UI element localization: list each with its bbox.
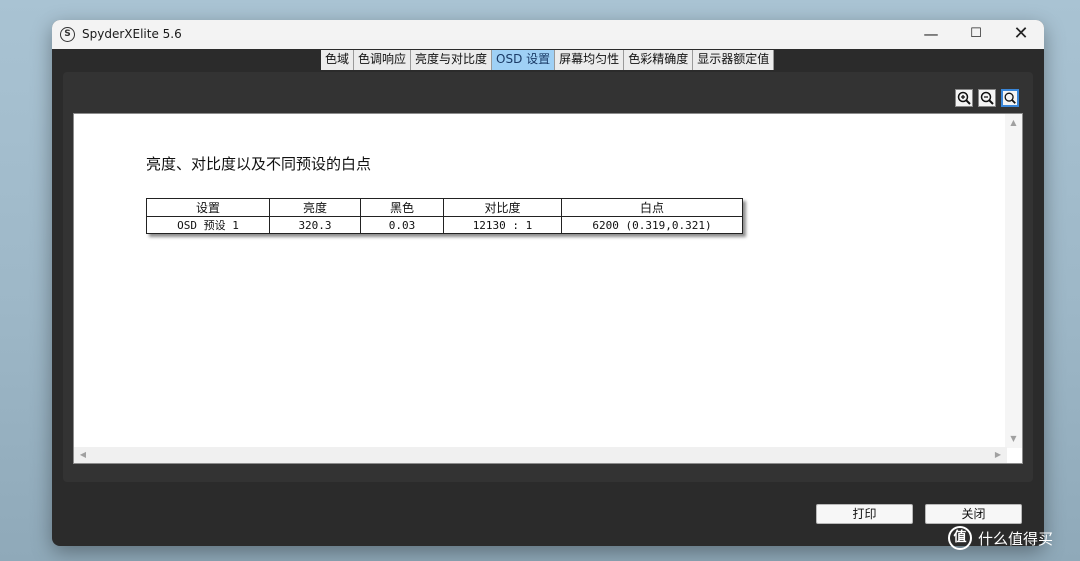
- table-cell: 6200 (0.319,0.321): [561, 216, 743, 234]
- scroll-up-icon[interactable]: ▲: [1005, 116, 1022, 130]
- tab-brightness-contrast[interactable]: 亮度与对比度: [411, 50, 493, 70]
- zoom-in-icon[interactable]: [955, 89, 973, 107]
- tab-osd-settings[interactable]: OSD 设置: [492, 50, 556, 70]
- table-cell: 12130 : 1: [443, 216, 562, 234]
- table-header-row: 设置 亮度 黑色 对比度 白点: [146, 198, 743, 217]
- scroll-right-icon[interactable]: ▶: [991, 447, 1005, 463]
- watermark-logo-icon: 值: [948, 526, 972, 550]
- zoom-fit-icon[interactable]: [1001, 89, 1019, 107]
- table-cell: 0.03: [360, 216, 444, 234]
- print-button[interactable]: 打印: [816, 504, 913, 524]
- vertical-scrollbar[interactable]: ▲ ▼: [1005, 114, 1022, 448]
- minimize-button[interactable]: —: [908, 20, 954, 49]
- column-header: 对比度: [443, 198, 562, 217]
- scroll-down-icon[interactable]: ▼: [1005, 432, 1022, 446]
- table-cell: 320.3: [269, 216, 361, 234]
- report-page: 亮度、对比度以及不同预设的白点 设置 亮度 黑色 对比度 白点 OSD 预设 1…: [73, 113, 1023, 464]
- scroll-left-icon[interactable]: ◀: [76, 447, 90, 463]
- tab-tone-response[interactable]: 色调响应: [354, 50, 412, 70]
- app-window: S SpyderXElite 5.6 — ☐ ✕ 色域 色调响应 亮度与对比度 …: [52, 20, 1044, 546]
- report-title: 亮度、对比度以及不同预设的白点: [146, 155, 372, 173]
- table-row: OSD 预设 1 320.3 0.03 12130 : 1 6200 (0.31…: [146, 216, 743, 234]
- zoom-out-icon[interactable]: [978, 89, 996, 107]
- column-header: 亮度: [269, 198, 361, 217]
- tab-gamut[interactable]: 色域: [321, 50, 355, 70]
- maximize-button[interactable]: ☐: [953, 20, 999, 49]
- column-header: 白点: [561, 198, 743, 217]
- column-header: 设置: [146, 198, 270, 217]
- watermark-text: 什么值得买: [978, 529, 1054, 548]
- report-tabs: 色域 色调响应 亮度与对比度 OSD 设置 屏幕均匀性 色彩精确度 显示器额定值: [321, 50, 775, 70]
- table-cell: OSD 预设 1: [146, 216, 270, 234]
- column-header: 黑色: [360, 198, 444, 217]
- window-title: SpyderXElite 5.6: [82, 27, 182, 41]
- tab-screen-uniformity[interactable]: 屏幕均匀性: [555, 50, 625, 70]
- title-bar: S SpyderXElite 5.6 — ☐ ✕: [52, 20, 1044, 49]
- watermark: 值 什么值得买: [948, 524, 1053, 552]
- tab-color-accuracy[interactable]: 色彩精确度: [624, 50, 694, 70]
- horizontal-scrollbar[interactable]: ◀ ▶: [74, 447, 1007, 463]
- tab-display-rating[interactable]: 显示器额定值: [693, 50, 775, 70]
- osd-settings-table: 设置 亮度 黑色 对比度 白点 OSD 预设 1 320.3 0.03 1213…: [146, 198, 743, 234]
- close-window-button[interactable]: ✕: [998, 20, 1044, 49]
- spyder-app-icon: S: [60, 27, 75, 42]
- close-button[interactable]: 关闭: [925, 504, 1022, 524]
